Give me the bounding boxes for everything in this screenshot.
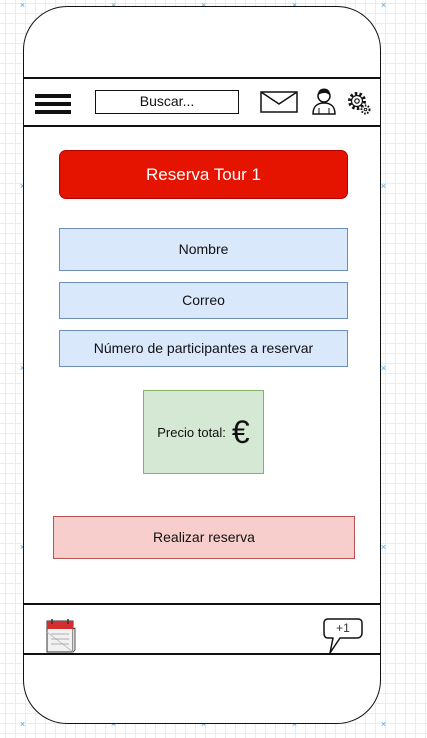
header-bottom-divider	[24, 125, 380, 127]
selection-marker	[19, 721, 26, 728]
notification-badge: +1	[336, 621, 350, 635]
calendar-icon[interactable]	[46, 618, 76, 654]
name-field[interactable]: Nombre	[59, 228, 348, 271]
settings-icon[interactable]	[346, 90, 372, 116]
selection-marker	[380, 365, 387, 372]
header-top-divider	[24, 77, 380, 79]
selection-marker	[380, 183, 387, 190]
participants-field[interactable]: Número de participantes a reservar	[59, 330, 348, 367]
phone-frame: Buscar... Reserva Tour 1 Nombre Correo N…	[23, 6, 381, 724]
search-input[interactable]: Buscar...	[95, 90, 239, 114]
euro-symbol: €	[231, 414, 250, 450]
tour-title-button[interactable]: Reserva Tour 1	[59, 150, 348, 199]
make-reservation-button[interactable]: Realizar reserva	[53, 516, 355, 559]
selection-marker	[19, 2, 26, 9]
selection-marker	[380, 2, 387, 9]
email-field[interactable]: Correo	[59, 282, 348, 319]
footer-top-divider	[24, 603, 380, 605]
menu-icon[interactable]	[35, 94, 71, 116]
total-price-label: Precio total:	[157, 424, 226, 440]
selection-marker	[380, 544, 387, 551]
selection-marker	[380, 721, 387, 728]
user-icon[interactable]	[310, 87, 338, 115]
mail-icon[interactable]	[260, 91, 298, 113]
total-price-box: Precio total: €	[143, 390, 264, 474]
